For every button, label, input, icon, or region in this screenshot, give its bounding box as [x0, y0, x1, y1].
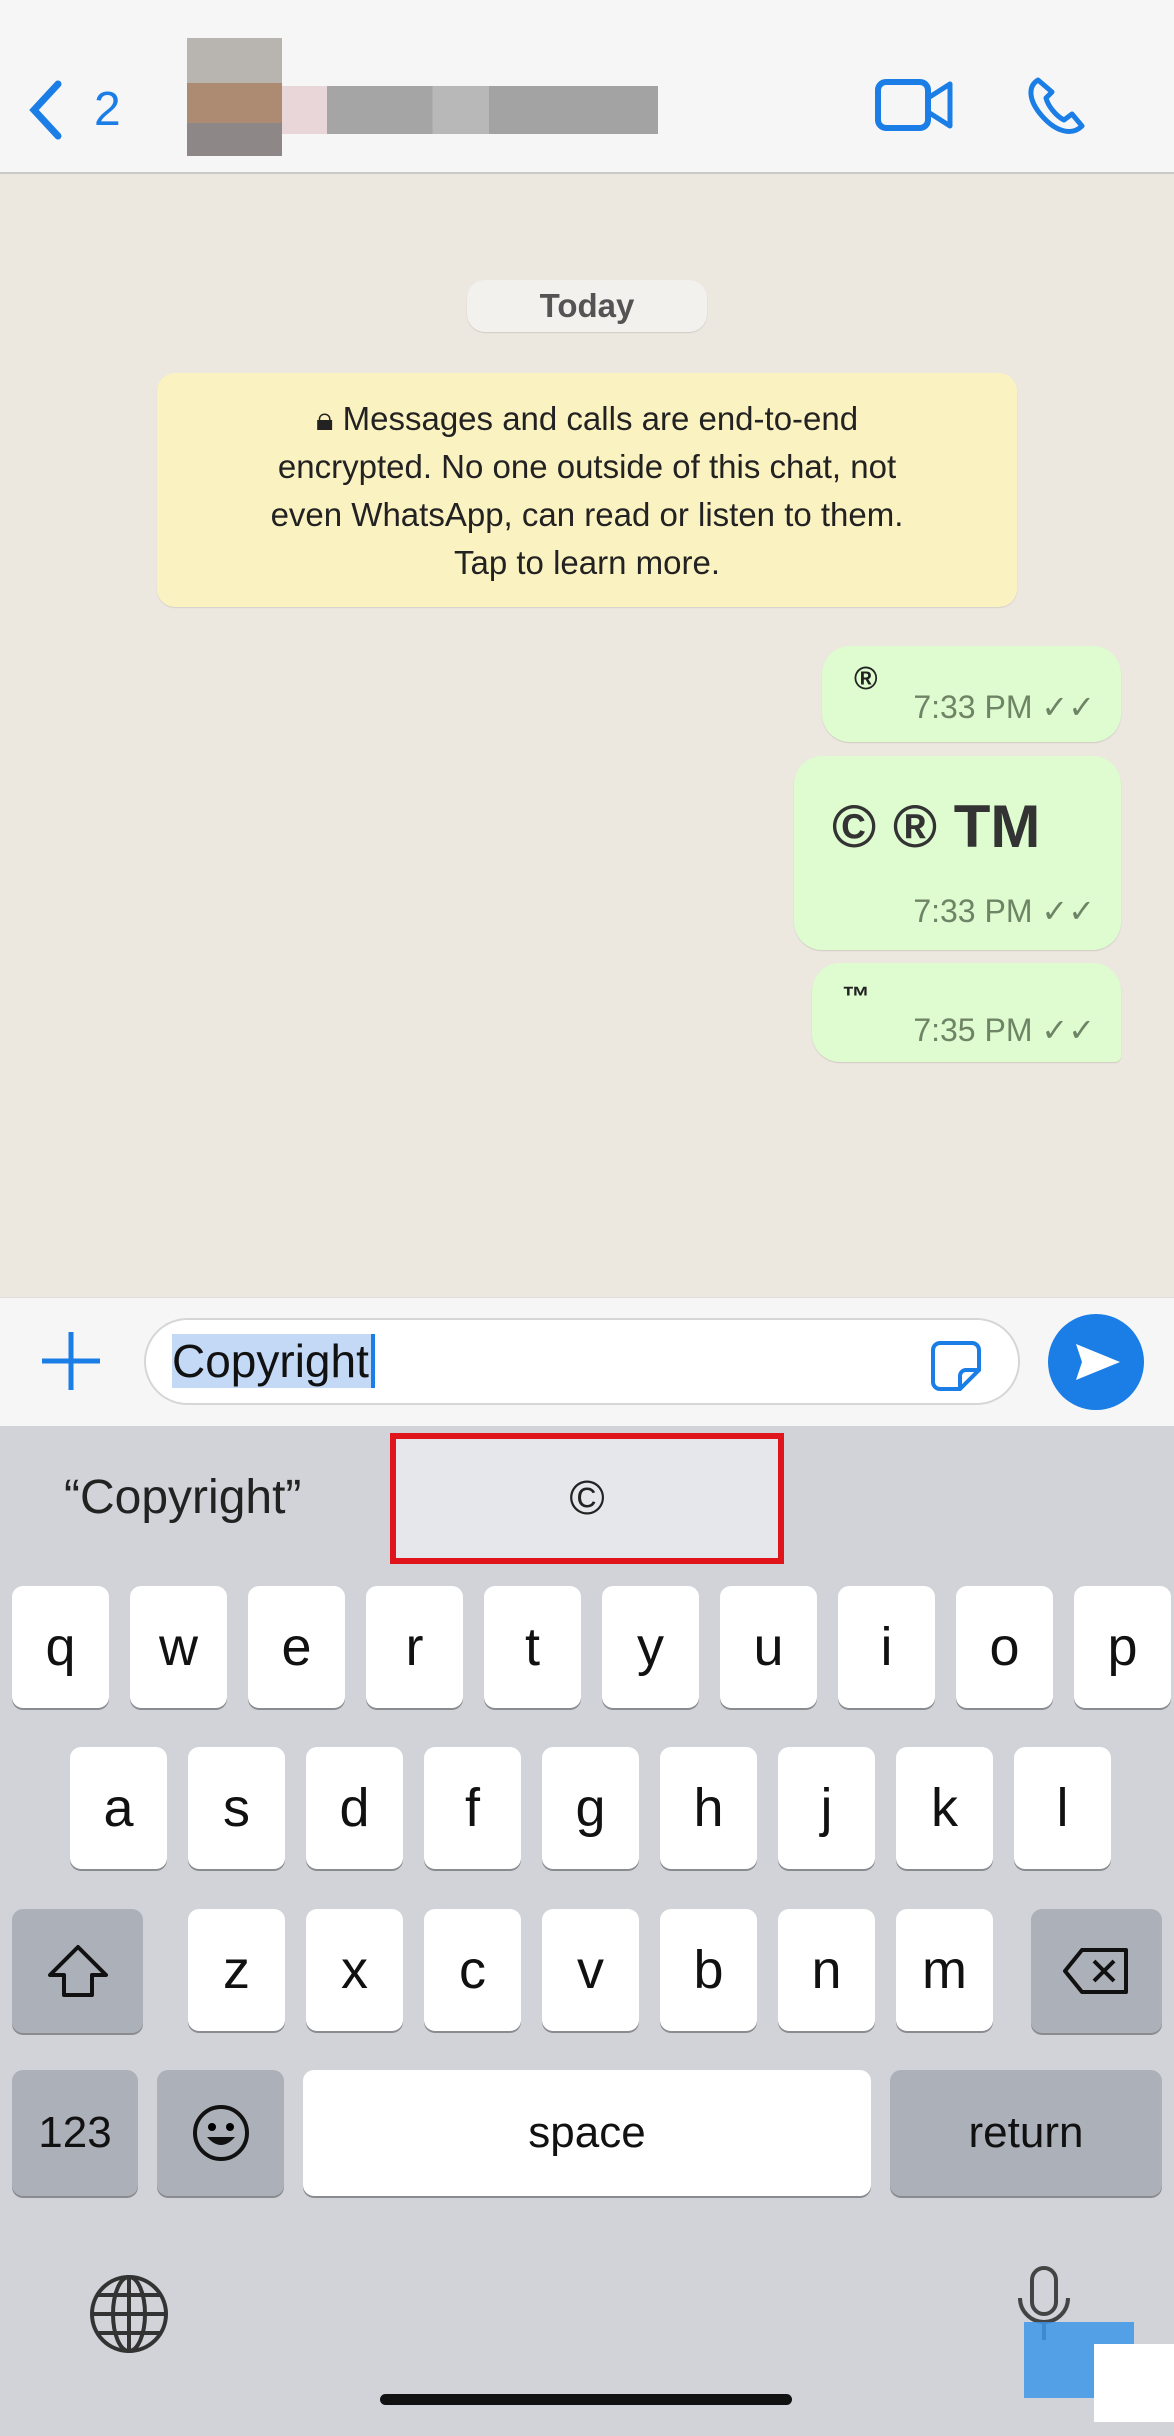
video-call-icon[interactable] — [875, 78, 955, 134]
read-ticks-icon: ✓✓ — [1041, 893, 1095, 929]
key-k[interactable]: k — [896, 1747, 993, 1869]
composer-bar: Copyright — [0, 1297, 1174, 1426]
key-b[interactable]: b — [660, 1909, 757, 2031]
key-n[interactable]: n — [778, 1909, 875, 2031]
key-c[interactable]: c — [424, 1909, 521, 2031]
key-z[interactable]: z — [188, 1909, 285, 2031]
space-key[interactable]: space — [303, 2070, 871, 2196]
key-q[interactable]: q — [12, 1586, 109, 1708]
key-m[interactable]: m — [896, 1909, 993, 2031]
message-input[interactable]: Copyright — [144, 1318, 1020, 1405]
keyboard: “Copyright” © 123 space return qwertyuio… — [0, 1426, 1174, 2436]
suggestion-literal[interactable]: “Copyright” — [64, 1470, 301, 1525]
send-button[interactable] — [1048, 1314, 1144, 1410]
delete-key[interactable] — [1031, 1909, 1162, 2033]
read-ticks-icon: ✓✓ — [1041, 1012, 1095, 1048]
key-w[interactable]: w — [130, 1586, 227, 1708]
emoji-key[interactable] — [157, 2070, 284, 2196]
key-g[interactable]: g — [542, 1747, 639, 1869]
key-h[interactable]: h — [660, 1747, 757, 1869]
key-f[interactable]: f — [424, 1747, 521, 1869]
key-x[interactable]: x — [306, 1909, 403, 2031]
encryption-notice[interactable]: 🔒︎ Messages and calls are end-to-end enc… — [157, 373, 1017, 607]
key-r[interactable]: r — [366, 1586, 463, 1708]
key-j[interactable]: j — [778, 1747, 875, 1869]
lock-icon: 🔒︎ — [315, 400, 334, 437]
key-s[interactable]: s — [188, 1747, 285, 1869]
plus-icon[interactable] — [40, 1330, 102, 1392]
message-bubble[interactable]: © ® TM 7:33 PM ✓✓ — [794, 756, 1121, 950]
key-p[interactable]: p — [1074, 1586, 1171, 1708]
emoji-icon — [192, 2105, 249, 2161]
shift-icon — [47, 1945, 108, 1997]
chat-header: 2 — [0, 0, 1174, 174]
back-chevron-icon[interactable] — [28, 80, 64, 140]
backspace-icon — [1062, 1948, 1128, 1994]
message-bubble[interactable]: ™ 7:35 PM ✓✓ — [812, 963, 1121, 1062]
key-y[interactable]: y — [602, 1586, 699, 1708]
contact-name-blurred[interactable] — [282, 86, 658, 134]
chat-area: Today 🔒︎ Messages and calls are end-to-e… — [0, 174, 1174, 1297]
key-t[interactable]: t — [484, 1586, 581, 1708]
voice-call-icon[interactable] — [1024, 74, 1090, 140]
key-u[interactable]: u — [720, 1586, 817, 1708]
key-d[interactable]: d — [306, 1747, 403, 1869]
suggestion-copyright-symbol[interactable]: © — [390, 1433, 784, 1564]
home-indicator[interactable] — [380, 2394, 792, 2405]
send-icon — [1076, 1344, 1120, 1380]
shift-key[interactable] — [12, 1909, 143, 2033]
sticker-icon[interactable] — [930, 1340, 982, 1392]
read-ticks-icon: ✓✓ — [1041, 689, 1095, 725]
globe-icon[interactable] — [88, 2273, 170, 2355]
key-v[interactable]: v — [542, 1909, 639, 2031]
key-i[interactable]: i — [838, 1586, 935, 1708]
message-bubble[interactable]: ® 7:33 PM ✓✓ — [822, 646, 1121, 742]
key-e[interactable]: e — [248, 1586, 345, 1708]
unread-count[interactable]: 2 — [94, 82, 121, 137]
return-key[interactable]: return — [890, 2070, 1162, 2196]
key-o[interactable]: o — [956, 1586, 1053, 1708]
avatar[interactable] — [187, 38, 282, 156]
numbers-key[interactable]: 123 — [12, 2070, 138, 2196]
key-a[interactable]: a — [70, 1747, 167, 1869]
key-l[interactable]: l — [1014, 1747, 1111, 1869]
date-label: Today — [467, 280, 707, 332]
